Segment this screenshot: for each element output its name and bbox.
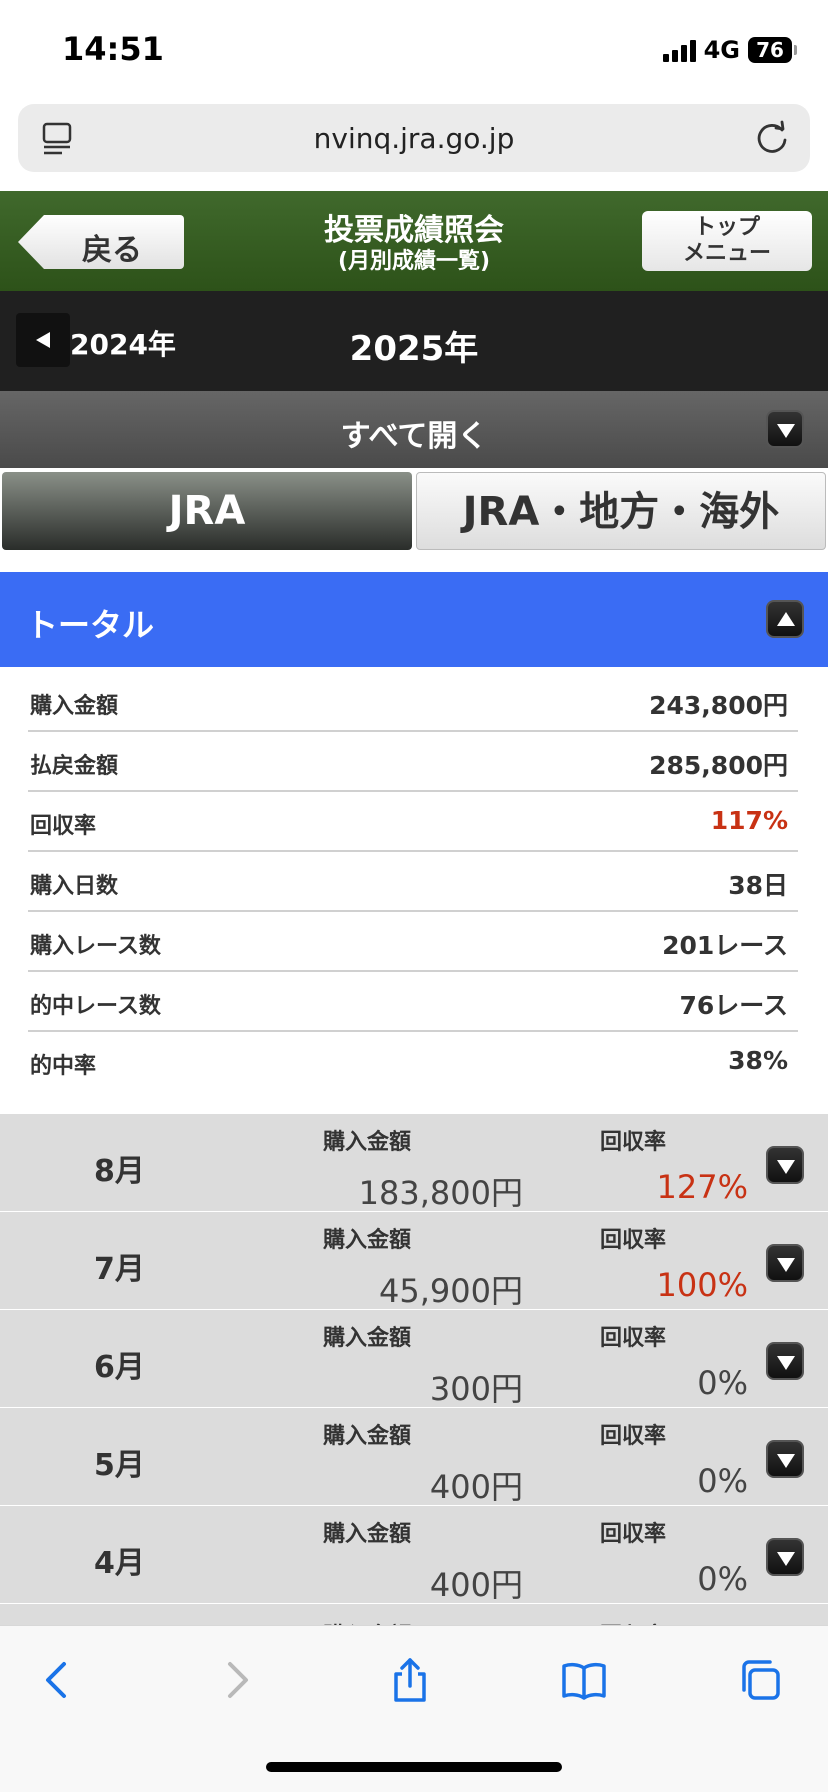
tab-bar: JRA JRA・地方・海外 [0,470,828,552]
stat-label: 的中率 [30,1054,97,1079]
battery-icon: 76 [748,37,797,63]
page: 14:51 4G 76 nvinq.jra.go.jp 戻る 投票成績照会 (月… [0,0,828,1792]
top-menu-label-2: メニュー [682,241,771,266]
stat-value: 38% [728,1046,788,1075]
address-bar[interactable]: nvinq.jra.go.jp [18,104,810,172]
month-rate: 127% [656,1168,748,1206]
expand-all-icon[interactable] [766,410,804,448]
amount-label: 購入金額 [323,1522,412,1547]
rate-label: 回収率 [600,1326,667,1351]
amount-label: 購入金額 [323,1130,412,1155]
monthly-list: 8月 購入金額 183,800円 回収率 127% 7月 購入金額 45,900… [0,1114,828,1634]
tab-jra-local-overseas[interactable]: JRA・地方・海外 [416,472,826,550]
month-row[interactable]: 4月 購入金額 400円 回収率 0% [0,1506,828,1604]
month-rate: 0% [697,1560,748,1598]
stat-label: 払戻金額 [30,754,119,779]
tabs-icon[interactable] [736,1656,784,1704]
stat-row: 購入日数 38日 [28,852,798,912]
month-row[interactable]: 7月 購入金額 45,900円 回収率 100% [0,1212,828,1310]
month-name: 8月 [94,1154,145,1189]
total-title: トータル [26,606,155,644]
stat-row: 的中レース数 76レース [28,972,798,1032]
month-name: 6月 [94,1350,145,1385]
status-indicators: 4G 76 [662,36,797,64]
top-menu-label-1: トップ [693,215,760,240]
stat-label: 購入金額 [30,694,119,719]
month-amount: 400円 [429,1566,523,1604]
stat-row: 購入金額 243,800円 [28,672,798,732]
total-stats: 購入金額 243,800円 払戻金額 285,800円 回収率 117% 購入日… [28,672,798,1092]
home-indicator [266,1762,562,1772]
month-row[interactable]: 5月 購入金額 400円 回収率 0% [0,1408,828,1506]
open-all-label: すべて開く [340,419,488,454]
collapse-icon[interactable] [766,600,804,638]
url-text[interactable]: nvinq.jra.go.jp [18,122,810,155]
network-type: 4G [703,36,740,64]
month-rate: 0% [697,1364,748,1402]
month-row[interactable]: 8月 購入金額 183,800円 回収率 127% [0,1114,828,1212]
stat-label: 回収率 [30,814,97,839]
status-time: 14:51 [62,30,164,68]
stat-label: 購入レース数 [30,934,161,959]
rate-label: 回収率 [600,1130,667,1155]
current-year: 2025年 [349,329,479,369]
expand-month-icon[interactable] [766,1538,804,1576]
reload-icon[interactable] [752,118,792,158]
stat-label: 的中レース数 [30,994,161,1019]
month-amount: 300円 [429,1370,523,1408]
year-navigation: 2024年 2025年 [0,291,828,391]
month-name: 4月 [94,1546,145,1581]
stat-value: 243,800円 [649,691,788,720]
open-all-bar[interactable]: すべて開く [0,391,828,468]
month-name: 7月 [94,1252,145,1287]
bookmarks-icon[interactable] [560,1656,608,1704]
month-rate: 100% [656,1266,748,1304]
stat-value: 76レース [679,991,788,1020]
amount-label: 購入金額 [323,1326,412,1351]
total-section-header[interactable]: トータル [0,572,828,667]
stat-label: 購入日数 [30,874,119,899]
expand-month-icon[interactable] [766,1146,804,1184]
page-header: 戻る 投票成績照会 (月別成績一覧) トップ メニュー [0,191,828,291]
top-menu-button[interactable]: トップ メニュー [642,211,812,271]
amount-label: 購入金額 [323,1424,412,1449]
rate-label: 回収率 [600,1228,667,1253]
back-icon[interactable] [34,1656,82,1704]
stat-value: 285,800円 [649,751,788,780]
stat-value: 38日 [728,871,788,900]
expand-month-icon[interactable] [766,1244,804,1282]
amount-label: 購入金額 [323,1228,412,1253]
month-row[interactable]: 6月 購入金額 300円 回収率 0% [0,1310,828,1408]
stat-value: 117% [710,806,788,835]
stat-row: 払戻金額 285,800円 [28,732,798,792]
signal-icon [662,38,696,62]
expand-month-icon[interactable] [766,1342,804,1380]
rate-label: 回収率 [600,1522,667,1547]
month-amount: 45,900円 [379,1272,523,1310]
month-rate: 0% [697,1462,748,1500]
forward-icon[interactable] [212,1656,260,1704]
stat-row: 的中率 38% [28,1032,798,1092]
stat-row: 購入レース数 201レース [28,912,798,972]
rate-label: 回収率 [600,1424,667,1449]
stat-row: 回収率 117% [28,792,798,852]
status-bar: 14:51 4G 76 [0,0,828,95]
expand-month-icon[interactable] [766,1440,804,1478]
month-amount: 400円 [429,1468,523,1506]
tab-jra[interactable]: JRA [2,472,412,550]
share-icon[interactable] [386,1656,434,1704]
month-amount: 183,800円 [358,1174,523,1212]
stat-value: 201レース [662,931,788,960]
month-name: 5月 [94,1448,145,1483]
